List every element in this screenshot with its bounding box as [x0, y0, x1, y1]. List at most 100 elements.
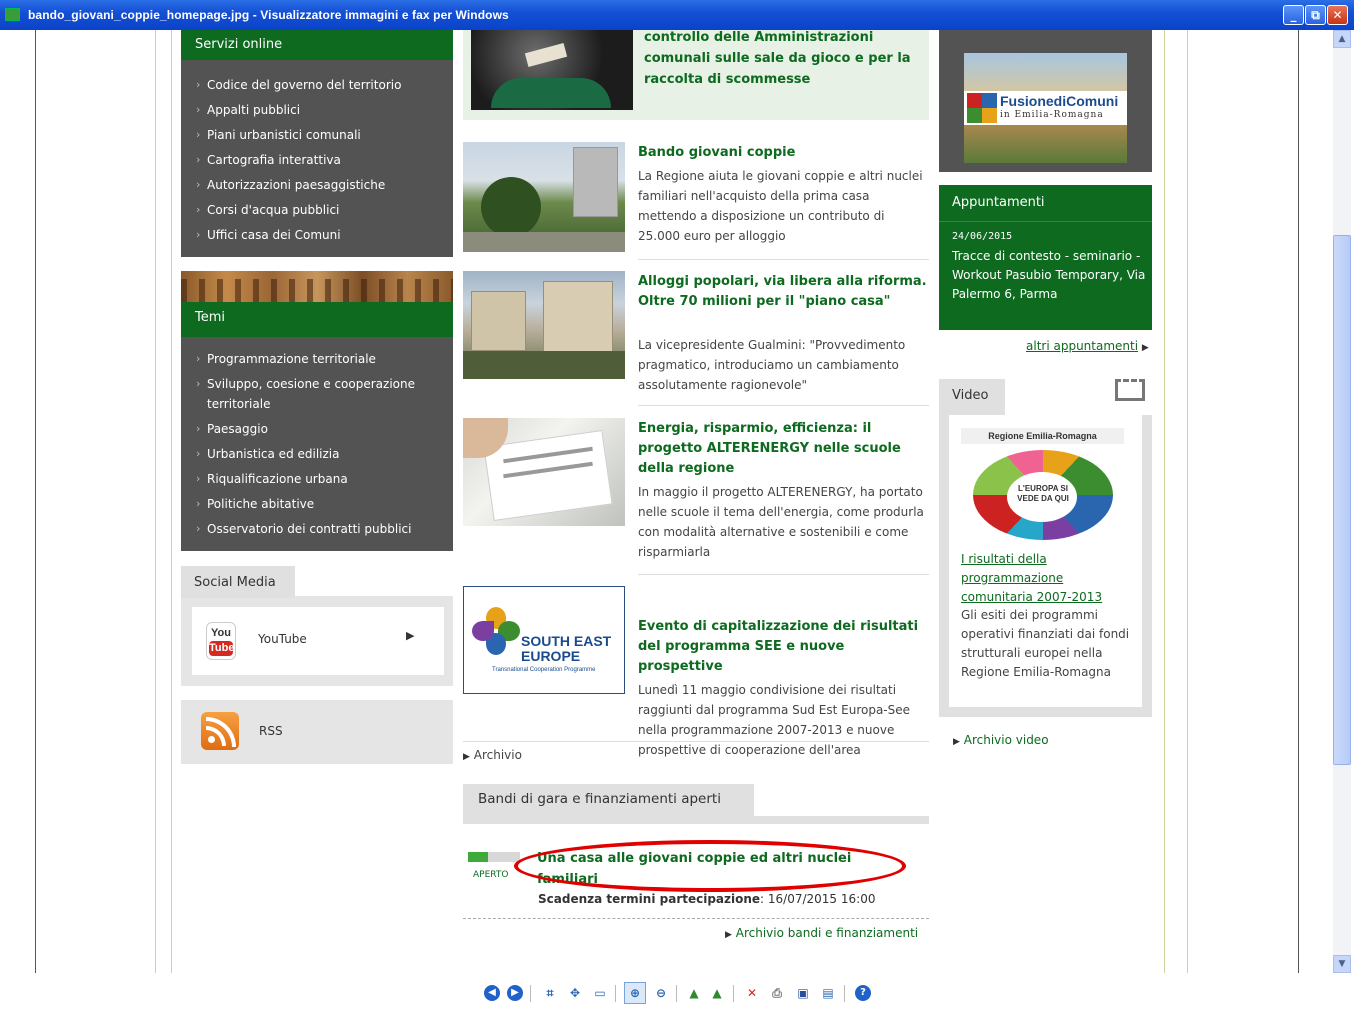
menu-item[interactable]: Codice del governo del territorio: [181, 75, 453, 95]
altri-appuntamenti-label: altri appuntamenti: [1026, 339, 1139, 353]
rss-box[interactable]: RSS: [181, 700, 453, 764]
menu-item[interactable]: Politiche abitative: [181, 494, 453, 514]
print-icon[interactable]: ⎙: [769, 985, 785, 1001]
menu-item[interactable]: Uffici casa dei Comuni: [181, 225, 453, 245]
menu-item[interactable]: Paesaggio: [181, 419, 453, 439]
next-image-icon[interactable]: ▶: [507, 985, 523, 1001]
temi-panel: Temi Programmazione territoriale Svilupp…: [181, 271, 453, 551]
archivio-label: Archivio: [473, 748, 522, 762]
news-title[interactable]: controllo delle Amministrazioni comunali…: [644, 27, 929, 90]
altri-appuntamenti-link[interactable]: altri appuntamenti ▶: [1026, 339, 1149, 353]
image-viewport: Servizi online Codice del governo del te…: [0, 30, 1354, 973]
archivio-video-link[interactable]: ▶ Archivio video: [953, 733, 1049, 747]
video-thumbnail-caption: Regione Emilia-Romagna: [961, 428, 1124, 444]
menu-item[interactable]: Appalti pubblici: [181, 100, 453, 120]
previous-image-icon[interactable]: ◀: [484, 985, 500, 1001]
window-title: bando_giovani_coppie_homepage.jpg - Visu…: [28, 8, 509, 22]
fusione-banner[interactable]: FusionediComuni in Emilia-Romagna: [939, 30, 1152, 172]
news-thumbnail[interactable]: SOUTH EAST EUROPE Transnational Cooperat…: [463, 586, 625, 694]
news-separator: [638, 405, 929, 406]
app-icon: [5, 8, 20, 21]
scroll-down-button[interactable]: ▼: [1333, 955, 1351, 973]
zoom-out-icon[interactable]: ⊖: [653, 985, 669, 1001]
deadline-label: Scadenza termini partecipazione: [538, 892, 761, 906]
video-box: Video Regione Emilia-Romagna L'EUROPA SI…: [939, 379, 1152, 717]
minimize-button[interactable]: _: [1283, 5, 1304, 25]
news-title[interactable]: Bando giovani coppie: [638, 143, 795, 163]
menu-item[interactable]: Sviluppo, coesione e cooperazione territ…: [181, 374, 453, 414]
video-thumbnail[interactable]: Regione Emilia-Romagna L'EUROPA SI VEDE …: [961, 428, 1124, 544]
services-panel: Servizi online Codice del governo del te…: [181, 30, 453, 257]
triangle-right-icon: ▶: [1141, 343, 1149, 353]
zoom-in-icon[interactable]: ⊕: [624, 982, 646, 1004]
news-separator: [638, 259, 929, 260]
delete-icon[interactable]: ✕: [744, 985, 760, 1001]
news-text: La Regione aiuta le giovani coppie e alt…: [638, 169, 923, 243]
news-item: Bando giovani coppie La Regione aiuta le…: [463, 142, 929, 262]
video-heading: Video: [939, 379, 1005, 415]
social-media-box: Social Media You Tube YouTube ▶: [181, 566, 453, 686]
temi-heading: Temi: [181, 302, 453, 337]
menu-item[interactable]: Piani urbanistici comunali: [181, 125, 453, 145]
help-icon[interactable]: ?: [855, 985, 871, 1001]
menu-item[interactable]: Urbanistica ed edilizia: [181, 444, 453, 464]
maximize-button[interactable]: ⧉: [1305, 5, 1326, 25]
see-logo-text: SOUTH EAST: [521, 633, 612, 649]
actual-size-icon[interactable]: ✥: [567, 985, 583, 1001]
event-text[interactable]: Tracce di contesto - seminario - Workout…: [952, 247, 1147, 304]
appuntamenti-heading: Appuntamenti: [952, 195, 1045, 210]
rotate-counterclockwise-icon[interactable]: ▲: [709, 985, 725, 1001]
news-title[interactable]: Energia, risparmio, efficienza: il proge…: [638, 419, 928, 479]
bandi-heading: Bandi di gara e finanziamenti aperti: [463, 784, 754, 816]
open-editor-icon[interactable]: ▤: [820, 985, 836, 1001]
news-thumbnail[interactable]: [463, 418, 625, 526]
toolbar-separator: [676, 985, 677, 1002]
video-thumbnail-text: L'EUROPA SI VEDE DA QUI: [1017, 484, 1069, 503]
scroll-thumb[interactable]: [1333, 235, 1351, 765]
menu-item[interactable]: Corsi d'acqua pubblici: [181, 200, 453, 220]
news-thumbnail[interactable]: [463, 142, 625, 252]
see-logo-text: EUROPE: [521, 648, 581, 664]
archivio-bandi-link[interactable]: ▶ Archivio bandi e finanziamenti: [725, 926, 918, 940]
toolbar-separator: [615, 985, 616, 1002]
dashed-separator: [463, 918, 929, 919]
rss-icon: [201, 712, 239, 750]
news-thumbnail[interactable]: [463, 271, 625, 379]
red-annotation-ellipse: [514, 840, 906, 892]
archivio-link[interactable]: ▶ Archivio: [463, 748, 522, 762]
best-fit-icon[interactable]: ⌗: [542, 985, 558, 1001]
fusione-image: FusionediComuni in Emilia-Romagna: [964, 53, 1127, 163]
bandi-section-header: Bandi di gara e finanziamenti aperti: [463, 784, 929, 824]
slideshow-icon[interactable]: ▭: [592, 985, 608, 1001]
menu-item[interactable]: Programmazione territoriale: [181, 349, 453, 369]
menu-item[interactable]: Osservatorio dei contratti pubblici: [181, 519, 453, 539]
see-logo-icon: [472, 607, 520, 655]
fusione-logo-subtext: in Emilia-Romagna: [1000, 110, 1104, 120]
deadline-value: : 16/07/2015 16:00: [760, 892, 876, 906]
triangle-right-icon: ▶: [725, 930, 732, 940]
event-date: 24/06/2015: [952, 231, 1013, 242]
appuntamenti-box: Appuntamenti 24/06/2015 Tracce di contes…: [939, 185, 1152, 330]
services-menu: Codice del governo del territorio Appalt…: [181, 75, 453, 250]
news-text: Lunedì 11 maggio condivisione dei risult…: [638, 683, 911, 757]
temi-banner-image: [181, 271, 453, 302]
rotate-clockwise-icon[interactable]: ▲: [686, 985, 702, 1001]
viewport-border-right: [1298, 30, 1299, 973]
news-title[interactable]: Evento di capitalizzazione dei risultati…: [638, 617, 928, 677]
youtube-row[interactable]: You Tube YouTube ▶: [192, 607, 444, 675]
clapperboard-icon: [1115, 379, 1145, 401]
see-logo-subtext: Transnational Cooperation Programme: [492, 667, 596, 673]
video-link[interactable]: I risultati della programmazione comunit…: [961, 550, 1131, 607]
menu-item[interactable]: Riqualificazione urbana: [181, 469, 453, 489]
news-title[interactable]: Alloggi popolari, via libera alla riform…: [638, 272, 928, 312]
temi-menu: Programmazione territoriale Sviluppo, co…: [181, 349, 453, 544]
scroll-up-button[interactable]: ▲: [1333, 30, 1351, 48]
menu-item[interactable]: Autorizzazioni paesaggistiche: [181, 175, 453, 195]
save-icon[interactable]: ▣: [795, 985, 811, 1001]
news-text: La vicepresidente Gualmini: "Provvedimen…: [638, 338, 906, 392]
vertical-scrollbar[interactable]: ▲ ▼: [1333, 30, 1351, 973]
news-item: Energia, risparmio, efficienza: il proge…: [463, 418, 929, 578]
close-button[interactable]: ✕: [1327, 5, 1348, 25]
news-thumbnail: [471, 30, 633, 110]
menu-item[interactable]: Cartografia interattiva: [181, 150, 453, 170]
